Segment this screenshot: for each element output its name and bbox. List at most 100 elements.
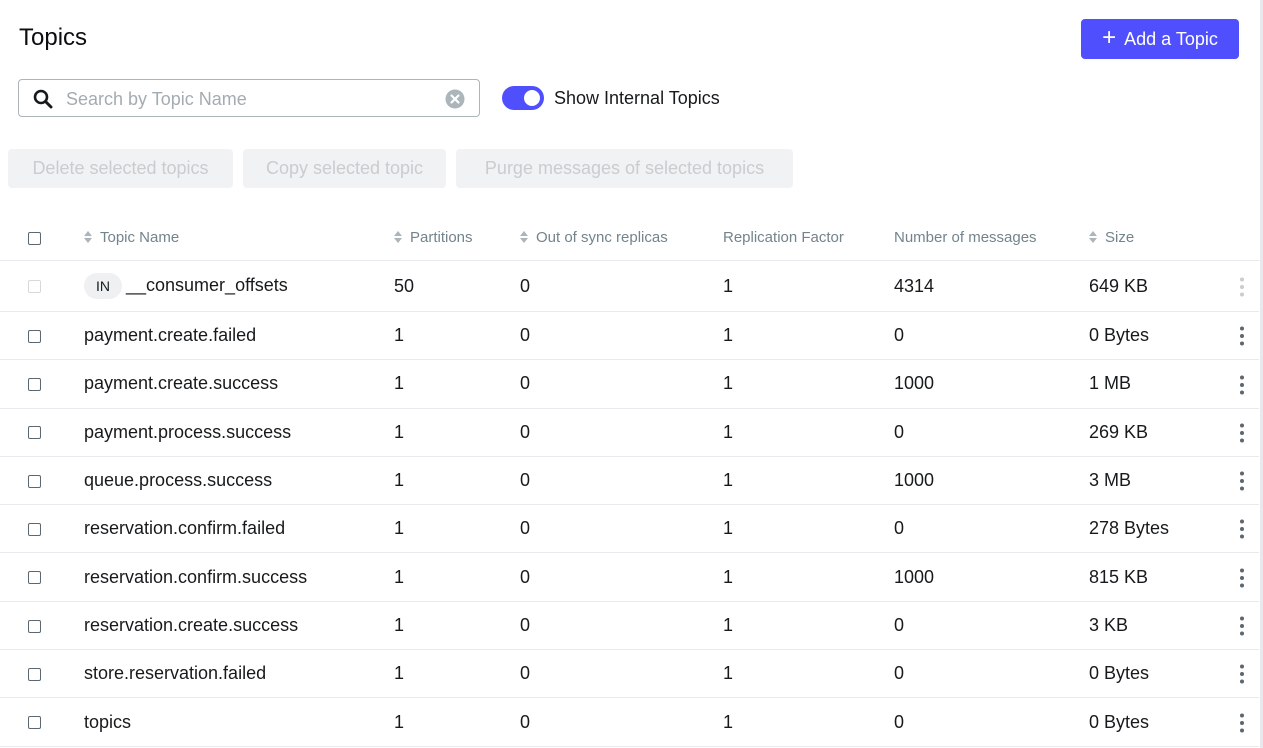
row-checkbox: [28, 280, 41, 294]
topic-name-link[interactable]: payment.create.failed: [84, 325, 256, 345]
out-of-sync-cell: 0: [520, 697, 723, 747]
delete-selected-button[interactable]: Delete selected topics: [8, 149, 233, 188]
kebab-menu-icon[interactable]: [1239, 375, 1244, 395]
out-of-sync-cell: 0: [520, 408, 723, 457]
kebab-menu-icon[interactable]: [1239, 326, 1244, 346]
replication-factor-cell: 1: [723, 601, 894, 651]
out-of-sync-cell: 0: [520, 552, 723, 602]
row-checkbox[interactable]: [28, 329, 41, 343]
size-cell: 649 KB: [1089, 260, 1224, 312]
sort-icon: [520, 231, 528, 243]
size-cell: 1 MB: [1089, 359, 1224, 409]
partitions-cell: 1: [394, 649, 520, 699]
table-header-row: Topic Name Partitions Out of sync replic…: [0, 215, 1259, 261]
partitions-cell: 1: [394, 697, 520, 747]
topic-name-link[interactable]: payment.process.success: [84, 422, 291, 442]
row-checkbox[interactable]: [28, 474, 41, 488]
kebab-menu-icon[interactable]: [1239, 423, 1244, 443]
topic-name-link[interactable]: __consumer_offsets: [126, 275, 288, 295]
topic-name-link[interactable]: reservation.confirm.failed: [84, 518, 285, 538]
messages-cell: 0: [894, 311, 1089, 361]
out-of-sync-cell: 0: [520, 311, 723, 361]
kebab-menu-icon[interactable]: [1239, 277, 1244, 297]
replication-factor-cell: 1: [723, 504, 894, 554]
column-out-of-sync[interactable]: Out of sync replicas: [520, 215, 723, 261]
topic-name-link[interactable]: store.reservation.failed: [84, 663, 266, 683]
row-checkbox[interactable]: [28, 667, 41, 681]
kebab-menu-icon[interactable]: [1239, 616, 1244, 636]
row-checkbox[interactable]: [28, 523, 41, 537]
table-row: store.reservation.failed 1 0 1 0 0 Bytes: [0, 649, 1259, 699]
toggle-knob: [524, 90, 540, 106]
table-row: payment.create.success 1 0 1 1000 1 MB: [0, 359, 1259, 409]
show-internal-topics-toggle[interactable]: [502, 86, 544, 110]
column-size[interactable]: Size: [1089, 215, 1224, 261]
messages-cell: 1000: [894, 456, 1089, 506]
topics-table: Topic Name Partitions Out of sync replic…: [0, 215, 1259, 747]
partitions-cell: 1: [394, 359, 520, 409]
partitions-cell: 1: [394, 408, 520, 457]
add-topic-button[interactable]: + Add a Topic: [1081, 19, 1239, 59]
size-cell: 0 Bytes: [1089, 697, 1224, 747]
sort-icon: [1089, 231, 1097, 243]
out-of-sync-cell: 0: [520, 260, 723, 312]
sort-icon: [84, 231, 92, 243]
table-row: payment.process.success 1 0 1 0 269 KB: [0, 408, 1259, 457]
copy-selected-button[interactable]: Copy selected topic: [243, 149, 446, 188]
kebab-menu-icon[interactable]: [1239, 713, 1244, 733]
partitions-cell: 1: [394, 601, 520, 651]
out-of-sync-cell: 0: [520, 456, 723, 506]
replication-factor-cell: 1: [723, 408, 894, 457]
sort-icon: [394, 231, 402, 243]
topic-name-link[interactable]: reservation.confirm.success: [84, 567, 307, 587]
out-of-sync-cell: 0: [520, 649, 723, 699]
column-actions: [1224, 215, 1259, 261]
messages-cell: 1000: [894, 552, 1089, 602]
row-checkbox[interactable]: [28, 716, 41, 730]
size-cell: 0 Bytes: [1089, 649, 1224, 699]
topic-name-link[interactable]: reservation.create.success: [84, 615, 298, 635]
topic-name-link[interactable]: topics: [84, 712, 131, 732]
table-row: reservation.confirm.failed 1 0 1 0 278 Bytes: [0, 504, 1259, 554]
partitions-cell: 50: [394, 260, 520, 312]
kebab-menu-icon[interactable]: [1239, 664, 1244, 684]
show-internal-topics-label: Show Internal Topics: [554, 88, 720, 108]
size-cell: 3 KB: [1089, 601, 1224, 651]
row-checkbox[interactable]: [28, 619, 41, 633]
partitions-cell: 1: [394, 311, 520, 361]
search-box: [18, 79, 480, 117]
column-topic-name[interactable]: Topic Name: [84, 215, 394, 261]
size-cell: 0 Bytes: [1089, 311, 1224, 361]
page-title: Topics: [19, 24, 88, 51]
kebab-menu-icon[interactable]: [1239, 471, 1244, 491]
kebab-menu-icon[interactable]: [1239, 519, 1244, 539]
clear-icon[interactable]: [445, 89, 465, 109]
size-cell: 3 MB: [1089, 456, 1224, 506]
kebab-menu-icon[interactable]: [1239, 568, 1244, 588]
add-topic-label: Add a Topic: [1124, 28, 1218, 49]
table-row: queue.process.success 1 0 1 1000 3 MB: [0, 456, 1259, 506]
out-of-sync-cell: 0: [520, 601, 723, 651]
column-partitions[interactable]: Partitions: [394, 215, 520, 261]
column-messages: Number of messages: [894, 215, 1089, 261]
search-icon: [33, 89, 53, 109]
size-cell: 278 Bytes: [1089, 504, 1224, 554]
row-checkbox[interactable]: [28, 571, 41, 585]
search-input[interactable]: [64, 82, 438, 116]
topic-name-link[interactable]: queue.process.success: [84, 470, 272, 490]
replication-factor-cell: 1: [723, 456, 894, 506]
select-all-checkbox[interactable]: [28, 231, 41, 245]
table-row: topics 1 0 1 0 0 Bytes: [0, 697, 1259, 747]
partitions-cell: 1: [394, 456, 520, 506]
row-checkbox[interactable]: [28, 378, 41, 392]
internal-badge: IN: [84, 273, 122, 299]
out-of-sync-cell: 0: [520, 504, 723, 554]
messages-cell: 1000: [894, 359, 1089, 409]
replication-factor-cell: 1: [723, 311, 894, 361]
purge-messages-button[interactable]: Purge messages of selected topics: [456, 149, 793, 188]
table-row: IN __consumer_offsets 50 0 1 4314 649 KB: [0, 260, 1259, 312]
row-checkbox[interactable]: [28, 426, 41, 440]
messages-cell: 0: [894, 408, 1089, 457]
topic-name-link[interactable]: payment.create.success: [84, 373, 278, 393]
replication-factor-cell: 1: [723, 260, 894, 312]
